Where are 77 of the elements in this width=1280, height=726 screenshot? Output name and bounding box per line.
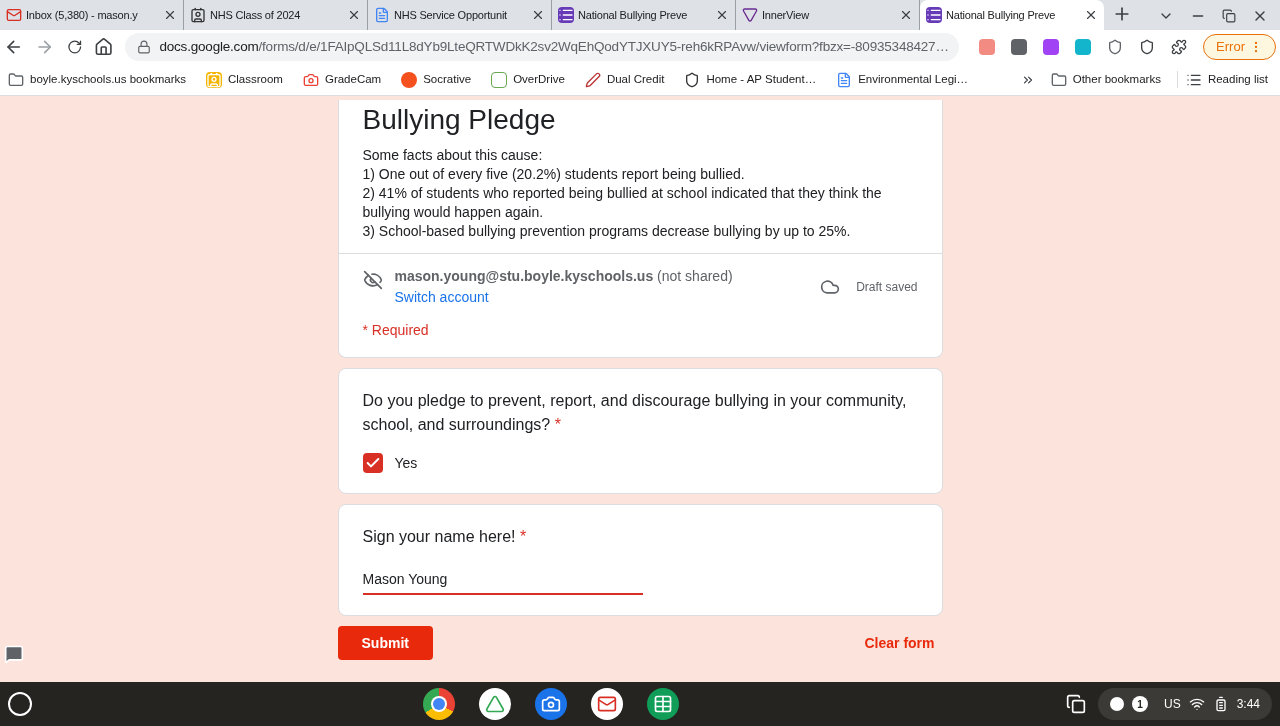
description-line: 3) School-based bullying prevention programs decrease bullying by up to 25%. bbox=[362, 222, 852, 241]
close-icon[interactable] bbox=[531, 8, 545, 22]
option-label: Yes bbox=[394, 454, 418, 473]
list-icon bbox=[558, 7, 574, 23]
account-email: mason.young@stu.boyle.kyschools.us (not shared) bbox=[394, 267, 734, 286]
classroom-icon bbox=[205, 71, 222, 88]
submit-button[interactable]: Submit bbox=[337, 626, 433, 660]
reading-list-button[interactable]: Reading list bbox=[1176, 70, 1276, 89]
bookmark-item[interactable]: Dual Credit bbox=[580, 70, 669, 89]
address-bar[interactable]: docs.google.com/forms/d/e/1FAIpQLSd11L8dYb9LteQRTWDkK2sv2WqEhQodYTJXUY5-reh6kRPAvw/viewform?fbzx=-80935348427… bbox=[125, 33, 960, 61]
bookmark-item[interactable]: Socrative bbox=[397, 70, 476, 89]
clipboard-icon[interactable] bbox=[1065, 694, 1086, 714]
restore-icon[interactable] bbox=[1222, 9, 1236, 23]
lock-icon bbox=[137, 40, 152, 54]
folder-icon bbox=[1050, 71, 1067, 88]
description-line: 1) One out of every five (20.2%) students report being bullied. bbox=[362, 165, 746, 184]
form-title: Bullying Pledge bbox=[362, 103, 557, 137]
spreadsheet-icon[interactable] bbox=[647, 688, 679, 720]
shield-icon[interactable] bbox=[1139, 39, 1156, 55]
url-text: docs.google.com/forms/d/e/1FAIpQLSd11L8dYb9LteQRTWDkK2sv2WqEhQodYTJXUY5-reh6kRPAvw/viewform?fbzx=-80935348427… bbox=[159, 37, 949, 56]
folder-icon bbox=[8, 71, 24, 88]
description-line: 2) 41% of students who reported being bullied at school indicated that they think the bullying would happen again. bbox=[362, 184, 883, 222]
bookmark-item[interactable]: OverDrive bbox=[487, 70, 569, 89]
tab-title: NHS Class of 2024 bbox=[210, 7, 302, 23]
wifi-icon bbox=[1188, 696, 1205, 712]
launcher-icon[interactable] bbox=[8, 692, 32, 716]
bookmark-item[interactable]: Environmental Legi… bbox=[832, 70, 973, 89]
home-icon[interactable] bbox=[94, 37, 114, 57]
document-icon bbox=[836, 71, 853, 88]
close-icon[interactable] bbox=[715, 8, 729, 22]
close-icon[interactable] bbox=[1084, 8, 1098, 22]
extension-icon[interactable] bbox=[1043, 39, 1060, 55]
tab-title: National Bullying Preve bbox=[946, 7, 1057, 23]
mail-icon[interactable] bbox=[591, 688, 623, 720]
mail-icon bbox=[6, 7, 22, 23]
input-field[interactable]: Mason Young bbox=[362, 565, 643, 595]
pen-icon bbox=[584, 71, 601, 88]
extensions-icon[interactable] bbox=[1171, 39, 1188, 55]
hidden-eye-icon bbox=[362, 270, 383, 290]
tab-title: National Bullying Preve bbox=[578, 7, 689, 23]
drive-icon[interactable] bbox=[479, 688, 511, 720]
bookmark-item[interactable]: boyle.kyschools.us bookmarks bbox=[4, 70, 190, 89]
question-text: Sign your name here! * bbox=[362, 527, 528, 547]
list-icon bbox=[926, 7, 942, 23]
contact-card-icon bbox=[190, 7, 206, 23]
clear-form-button[interactable]: Clear form bbox=[856, 632, 943, 654]
clock-time: 3:44 bbox=[1236, 696, 1260, 713]
tab-title: Inbox (5,380) - mason.y bbox=[26, 7, 139, 23]
bookmark-item[interactable]: Home - AP Student… bbox=[680, 70, 821, 89]
keyboard-layout: US bbox=[1163, 696, 1181, 713]
feedback-icon[interactable] bbox=[4, 644, 24, 664]
description-line: Some facts about this cause: bbox=[362, 146, 544, 165]
close-icon[interactable] bbox=[347, 8, 361, 22]
switch-account-link[interactable]: Switch account bbox=[394, 287, 489, 308]
shield-icon[interactable] bbox=[1107, 39, 1124, 55]
reload-icon[interactable] bbox=[66, 39, 83, 55]
close-icon[interactable] bbox=[899, 8, 913, 22]
required-note: * Required bbox=[362, 321, 430, 340]
checkbox[interactable] bbox=[362, 453, 383, 473]
tab-title: InnerView bbox=[762, 7, 810, 23]
draft-status: Draft saved bbox=[856, 279, 918, 296]
bookmark-item[interactable]: Other bookmarks bbox=[1046, 70, 1165, 89]
notification-count: 1 bbox=[1131, 696, 1148, 712]
status-tray[interactable]: 1 US 3:44 bbox=[1097, 688, 1272, 720]
tab-title: NHS Service Opportunit bbox=[394, 7, 508, 23]
question-text: Do you pledge to prevent, report, and discourage bullying in your community, school, and surroundings? * bbox=[362, 391, 908, 435]
camera-icon bbox=[302, 71, 319, 88]
document-icon bbox=[374, 7, 390, 23]
bookmark-item[interactable]: GradeCam bbox=[298, 70, 386, 89]
bookmark-item[interactable]: Classroom bbox=[201, 70, 287, 89]
close-icon[interactable] bbox=[163, 8, 177, 22]
shield-icon bbox=[684, 71, 701, 88]
camera-icon[interactable] bbox=[535, 688, 567, 720]
browser-tab[interactable]: National Bullying Preve bbox=[920, 0, 1104, 30]
browser-icon[interactable] bbox=[423, 688, 455, 720]
extension-icon[interactable] bbox=[1011, 39, 1028, 55]
cloud-icon bbox=[820, 277, 841, 297]
